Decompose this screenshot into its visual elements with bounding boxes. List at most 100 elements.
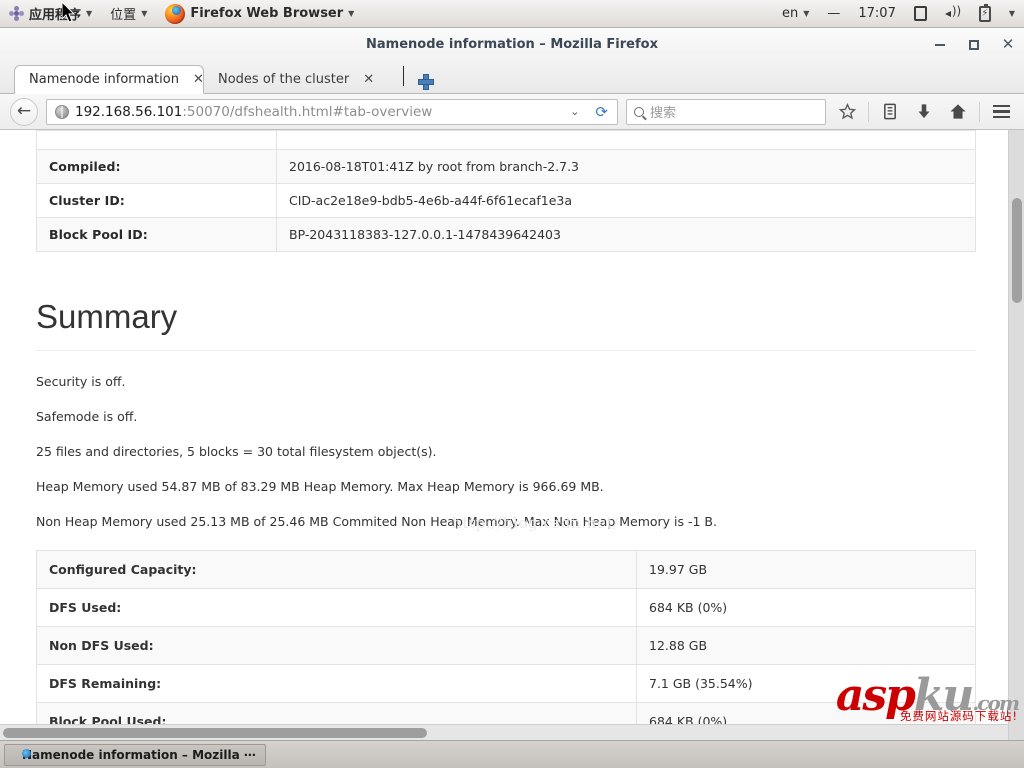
back-arrow-icon: ← xyxy=(16,101,32,121)
tab-namenode-information[interactable]: Namenode information ✕ xyxy=(14,65,204,94)
row-value: 684 KB (0%) xyxy=(636,588,976,627)
tab-label: Nodes of the cluster xyxy=(218,72,350,87)
back-button[interactable]: ← xyxy=(10,97,38,126)
vertical-scrollbar-thumb[interactable] xyxy=(1012,198,1022,303)
clock[interactable]: 17:07 xyxy=(849,0,904,28)
close-icon[interactable]: ✕ xyxy=(363,72,374,87)
tab-label: Namenode information xyxy=(29,72,179,87)
row-value xyxy=(276,130,976,150)
active-window-label: Firefox Web Browser xyxy=(190,6,344,21)
search-icon xyxy=(634,106,644,117)
url-bar[interactable]: 192.168.56.101:50070/dfshealth.html#tab-… xyxy=(46,98,618,125)
search-bar[interactable]: 搜索 xyxy=(626,98,826,125)
row-value: 12.88 GB xyxy=(636,626,976,665)
window-title: Namenode information – Mozilla Firefox xyxy=(366,37,658,52)
clock-label: 17:07 xyxy=(858,6,896,21)
table-row: DFS Remaining: 7.1 GB (35.54%) xyxy=(36,664,976,703)
chevron-down-icon: ▼ xyxy=(348,8,355,18)
row-value: BP-2043118383-127.0.0.1-1478439642403 xyxy=(276,217,976,252)
battery-indicator[interactable]: ⚡ xyxy=(970,0,1000,28)
row-value: 7.1 GB (35.54%) xyxy=(636,664,976,703)
row-value: 19.97 GB xyxy=(636,550,976,589)
row-key: Block Pool ID: xyxy=(36,217,277,252)
screen-icon xyxy=(913,6,927,21)
summary-line: Non Heap Memory used 25.13 MB of 25.46 M… xyxy=(36,514,717,529)
new-tab-button[interactable] xyxy=(406,74,444,94)
close-icon[interactable]: ✕ xyxy=(193,72,204,87)
row-key: DFS Remaining: xyxy=(36,664,637,703)
tab-nodes-of-the-cluster[interactable]: Nodes of the cluster ✕ xyxy=(204,65,399,94)
chevron-down-icon: ▼ xyxy=(1008,8,1015,18)
summary-line: Security is off. xyxy=(36,374,126,389)
tab-strip: Namenode information ✕ Nodes of the clus… xyxy=(0,61,1024,94)
page-viewport: Compiled: 2016-08-18T01:41Z by root from… xyxy=(0,130,1024,740)
table-row: Block Pool ID: BP-2043118383-127.0.0.1-1… xyxy=(36,217,976,252)
page-container: Compiled: 2016-08-18T01:41Z by root from… xyxy=(36,130,976,740)
taskbar-window-button[interactable]: Namenode information – Mozilla ⋯ xyxy=(4,743,266,766)
battery-icon: ⚡ xyxy=(978,3,991,22)
horizontal-scrollbar[interactable] xyxy=(0,724,1008,740)
hamburger-icon xyxy=(992,104,1010,119)
star-icon xyxy=(838,103,856,120)
row-value: CID-ac2e18e9-bdb5-4e6b-a44f-6f61ecaf1e3a xyxy=(276,183,976,218)
url-path: :50070/dfshealth.html#tab-overview xyxy=(182,103,433,120)
volume-indicator[interactable] xyxy=(936,0,970,28)
taskbar: Namenode information – Mozilla ⋯ xyxy=(0,740,1024,768)
toolbar-separator xyxy=(868,101,869,122)
row-key: Compiled: xyxy=(36,149,277,184)
places-menu-label: 位置 xyxy=(110,8,137,23)
table-row: Non DFS Used: 12.88 GB xyxy=(36,626,976,665)
bookmark-star-button[interactable] xyxy=(834,99,860,125)
places-menu[interactable]: 位置 ▼ xyxy=(101,0,156,28)
table-row: Cluster ID: CID-ac2e18e9-bdb5-4e6b-a44f-… xyxy=(36,183,976,218)
system-menu[interactable]: ▼ xyxy=(1000,0,1024,28)
cluster-info-table: Compiled: 2016-08-18T01:41Z by root from… xyxy=(36,130,976,252)
minimize-button[interactable] xyxy=(932,37,948,53)
firefox-icon xyxy=(165,3,186,24)
namenode-information-page: Compiled: 2016-08-18T01:41Z by root from… xyxy=(0,130,1008,740)
close-window-button[interactable]: ✕ xyxy=(1000,37,1016,53)
url-host: 192.168.56.101 xyxy=(75,103,183,120)
globe-icon xyxy=(55,104,69,119)
applications-menu[interactable]: 应用程序 ▼ xyxy=(0,0,101,28)
gnome-top-panel: 应用程序 ▼ 位置 ▼ Firefox Web Browser ▼ en ▼ —… xyxy=(0,0,1024,28)
home-button[interactable] xyxy=(945,99,971,125)
chevron-down-icon: ▼ xyxy=(803,8,810,18)
row-key: Cluster ID: xyxy=(36,183,277,218)
row-key: Non DFS Used: xyxy=(36,626,637,665)
url-history-dropdown-icon[interactable]: ⌄ xyxy=(565,105,584,118)
dash-label: — xyxy=(827,6,841,21)
horizontal-scrollbar-thumb[interactable] xyxy=(3,728,427,738)
speaker-icon xyxy=(944,4,961,21)
window-controls: ✕ xyxy=(932,28,1016,61)
navigation-toolbar: ← 192.168.56.101:50070/dfshealth.html#ta… xyxy=(0,94,1024,130)
row-key xyxy=(36,130,277,150)
capacity-table: Configured Capacity: 19.97 GB DFS Used: … xyxy=(36,550,976,740)
summary-line: 25 files and directories, 5 blocks = 30 … xyxy=(36,444,437,459)
download-arrow-icon xyxy=(918,104,930,119)
summary-line: Heap Memory used 54.87 MB of 83.29 MB He… xyxy=(36,479,604,494)
taskbar-window-label: Namenode information – Mozilla ⋯ xyxy=(22,747,256,762)
panel-dash: — xyxy=(818,0,849,28)
maximize-button[interactable] xyxy=(966,37,982,53)
row-key: DFS Used: xyxy=(36,588,637,627)
library-button[interactable] xyxy=(877,99,903,125)
chevron-down-icon: ▼ xyxy=(141,8,148,18)
display-indicator[interactable] xyxy=(905,0,936,28)
table-row: Configured Capacity: 19.97 GB xyxy=(36,550,976,589)
menu-button[interactable] xyxy=(988,99,1014,125)
summary-line: Safemode is off. xyxy=(36,409,138,424)
keyboard-layout-indicator[interactable]: en ▼ xyxy=(773,0,818,28)
url-text: 192.168.56.101:50070/dfshealth.html#tab-… xyxy=(75,104,559,120)
keyboard-layout-label: en xyxy=(781,6,799,21)
search-placeholder: 搜索 xyxy=(650,106,677,121)
library-icon xyxy=(884,103,896,120)
chevron-down-icon: ▼ xyxy=(86,8,93,18)
toolbar-separator xyxy=(979,101,980,122)
table-row: Compiled: 2016-08-18T01:41Z by root from… xyxy=(36,149,976,184)
table-row: DFS Used: 684 KB (0%) xyxy=(36,588,976,627)
downloads-button[interactable] xyxy=(911,99,937,125)
active-window-menu[interactable]: Firefox Web Browser ▼ xyxy=(156,0,363,28)
reload-icon[interactable]: ⟳ xyxy=(590,103,613,121)
vertical-scrollbar[interactable] xyxy=(1008,130,1024,740)
